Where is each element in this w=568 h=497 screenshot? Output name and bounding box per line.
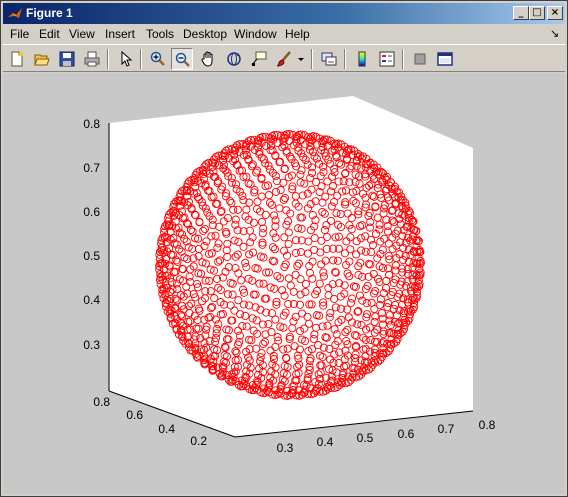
z-tick-label: 0.4 — [83, 293, 100, 307]
insert-colorbar-icon[interactable] — [351, 48, 373, 70]
menu-insert[interactable]: Insert — [105, 27, 135, 41]
menu-tools[interactable]: Tools — [146, 27, 174, 41]
open-file-icon[interactable] — [31, 48, 53, 70]
print-figure-icon[interactable] — [81, 48, 103, 70]
pan-hand-icon[interactable] — [197, 48, 219, 70]
menu-view[interactable]: View — [69, 27, 95, 41]
brush-dropdown-icon[interactable] — [295, 48, 305, 70]
toolbar-separator — [402, 49, 404, 69]
z-tick-label: 0.8 — [83, 117, 100, 131]
y-tick-label: 0.4 — [158, 422, 175, 436]
insert-legend-icon[interactable] — [376, 48, 398, 70]
rotate-3d-icon[interactable] — [223, 48, 245, 70]
axes-3d[interactable]: 0.8 0.7 0.6 0.5 0.4 0.3 0.8 0.6 0.4 0.2 … — [3, 73, 567, 494]
maximize-button[interactable]: □ — [529, 6, 545, 20]
z-tick-labels: 0.8 0.7 0.6 0.5 0.4 0.3 — [83, 117, 100, 352]
show-plot-tools-icon[interactable] — [434, 48, 456, 70]
zoom-out-icon[interactable] — [171, 48, 193, 70]
window-title: Figure 1 — [26, 6, 73, 20]
save-figure-icon[interactable] — [56, 48, 78, 70]
figure-canvas[interactable]: 0.8 0.7 0.6 0.5 0.4 0.3 0.8 0.6 0.4 0.2 … — [3, 73, 565, 494]
title-bar[interactable]: Figure 1 _ □ × — [3, 3, 565, 24]
figure-toolbar — [3, 44, 565, 72]
z-tick-label: 0.5 — [83, 249, 100, 263]
new-figure-icon[interactable] — [6, 48, 28, 70]
x-tick-label: 0.7 — [438, 422, 455, 436]
toolbar-separator — [311, 49, 313, 69]
menu-window[interactable]: Window — [234, 27, 277, 41]
z-tick-label: 0.3 — [83, 338, 100, 352]
x-tick-label: 0.5 — [357, 431, 374, 445]
link-plot-icon[interactable] — [318, 48, 340, 70]
toolbar-separator — [107, 49, 109, 69]
zoom-in-icon[interactable] — [147, 48, 169, 70]
matlab-logo-icon — [7, 6, 23, 22]
y-tick-label: 0.6 — [126, 408, 143, 422]
x-tick-label: 0.6 — [398, 427, 415, 441]
brush-icon[interactable] — [273, 48, 295, 70]
menu-overflow-arrow-icon[interactable]: ↘ — [550, 27, 559, 40]
data-cursor-icon[interactable] — [248, 48, 270, 70]
x-tick-label: 0.8 — [479, 418, 496, 432]
toolbar-separator — [140, 49, 142, 69]
menu-bar: File Edit View Insert Tools Desktop Wind… — [3, 25, 565, 43]
menu-desktop[interactable]: Desktop — [183, 27, 227, 41]
z-tick-label: 0.7 — [83, 161, 100, 175]
y-tick-label: 0.2 — [190, 434, 207, 448]
menu-help[interactable]: Help — [285, 27, 310, 41]
y-tick-label: 0.8 — [93, 395, 110, 409]
close-button[interactable]: × — [547, 6, 563, 20]
edit-plot-arrow-icon[interactable] — [115, 48, 137, 70]
z-tick-label: 0.6 — [83, 205, 100, 219]
minimize-button[interactable]: _ — [513, 6, 529, 20]
menu-edit[interactable]: Edit — [39, 27, 60, 41]
x-tick-label: 0.3 — [277, 441, 294, 455]
x-tick-label: 0.4 — [317, 435, 334, 449]
hide-plot-tools-icon[interactable] — [409, 48, 431, 70]
menu-file[interactable]: File — [10, 27, 29, 41]
toolbar-separator — [344, 49, 346, 69]
figure-window: Figure 1 _ □ × File Edit View Insert Too… — [0, 0, 568, 497]
